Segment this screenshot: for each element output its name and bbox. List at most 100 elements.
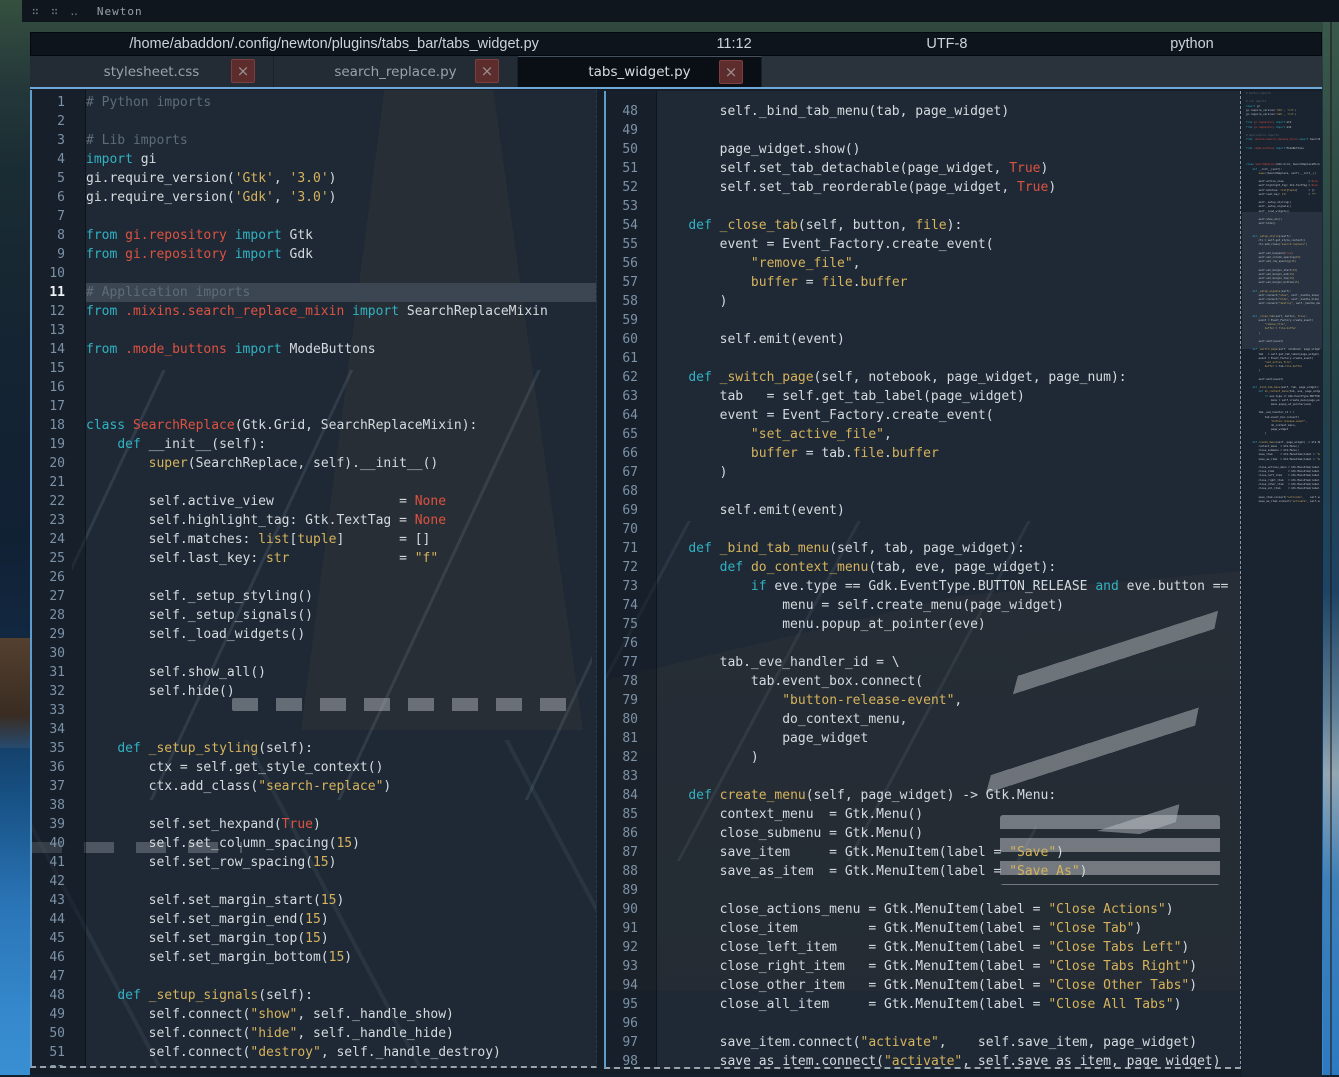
code-line[interactable]: buffer = tab.file.buffer: [657, 444, 1240, 463]
minimap[interactable]: # Python imports # Lib imports import gi…: [1242, 91, 1322, 1077]
code-line[interactable]: self.set_hexpand(True): [86, 815, 596, 834]
code-line[interactable]: tab = self.get_tab_label(page_widget): [657, 387, 1240, 406]
code-line[interactable]: self.show_all(): [86, 663, 596, 682]
code-line[interactable]: [657, 767, 1240, 786]
code-line[interactable]: if eve.type == Gdk.EventType.BUTTON_RELE…: [657, 577, 1240, 596]
tab-search_replace.py[interactable]: search_replace.py×: [274, 56, 518, 87]
code-line[interactable]: from .mixins.search_replace_mixin import…: [86, 302, 596, 321]
code-line[interactable]: super(SearchReplace, self).__init__(): [86, 454, 596, 473]
code-line[interactable]: [86, 1062, 596, 1068]
tab-close-button[interactable]: ×: [719, 60, 743, 84]
code-line[interactable]: def _bind_tab_menu(self, tab, page_widge…: [657, 539, 1240, 558]
code-line[interactable]: def _setup_styling(self):: [86, 739, 596, 758]
code-line[interactable]: self.connect("destroy", self._handle_des…: [86, 1043, 596, 1062]
code-line[interactable]: menu.popup_at_pointer(eve): [657, 615, 1240, 634]
code-line[interactable]: gi.require_version('Gtk', '3.0'): [86, 169, 596, 188]
code-line[interactable]: def _setup_signals(self):: [86, 986, 596, 1005]
code-line[interactable]: def __init__(self):: [86, 435, 596, 454]
code-line[interactable]: [86, 359, 596, 378]
tab-stylesheet.css[interactable]: stylesheet.css×: [30, 56, 274, 87]
code-line[interactable]: self.highlight_tag: Gtk.TextTag = None: [86, 511, 596, 530]
code-line[interactable]: [86, 321, 596, 340]
code-line[interactable]: [657, 311, 1240, 330]
code-line[interactable]: self.active_view = None: [86, 492, 596, 511]
code-line[interactable]: tab.event_box.connect(: [657, 672, 1240, 691]
code-line[interactable]: self.connect("hide", self._handle_hide): [86, 1024, 596, 1043]
code-line[interactable]: # Python imports: [86, 93, 596, 112]
code-text-area[interactable]: self._bind_tab_menu(tab, page_widget) pa…: [657, 91, 1240, 1067]
code-line[interactable]: [657, 520, 1240, 539]
code-line[interactable]: "remove_file",: [657, 254, 1240, 273]
code-line[interactable]: ctx.add_class("search-replace"): [86, 777, 596, 796]
code-line[interactable]: # Lib imports: [86, 131, 596, 150]
code-line[interactable]: [86, 967, 596, 986]
code-line[interactable]: self.hide(): [86, 682, 596, 701]
tab-tabs_widget.py[interactable]: tabs_widget.py×: [518, 56, 762, 87]
code-line[interactable]: [657, 482, 1240, 501]
code-line[interactable]: gi.require_version('Gdk', '3.0'): [86, 188, 596, 207]
workspace-indicator-icons[interactable]: ∷ ∷ ‥: [32, 5, 81, 18]
code-line[interactable]: [657, 197, 1240, 216]
code-line[interactable]: buffer = file.buffer: [657, 273, 1240, 292]
code-line[interactable]: self._setup_styling(): [86, 587, 596, 606]
code-line[interactable]: [86, 796, 596, 815]
code-line[interactable]: def create_menu(self, page_widget) -> Gt…: [657, 786, 1240, 805]
code-line[interactable]: [86, 720, 596, 739]
code-line[interactable]: self.set_row_spacing(15): [86, 853, 596, 872]
code-line[interactable]: self.set_margin_start(15): [86, 891, 596, 910]
code-line[interactable]: self.emit(event): [657, 501, 1240, 520]
code-line[interactable]: [86, 568, 596, 587]
code-line[interactable]: menu = self.create_menu(page_widget): [657, 596, 1240, 615]
code-line[interactable]: self._setup_signals(): [86, 606, 596, 625]
code-line[interactable]: event = Event_Factory.create_event(: [657, 406, 1240, 425]
code-line[interactable]: do_context_menu,: [657, 710, 1240, 729]
code-line[interactable]: self.set_tab_detachable(page_widget, Tru…: [657, 159, 1240, 178]
editor-pane-right[interactable]: 4849505152535455565758596061626364656667…: [604, 91, 1241, 1069]
code-line[interactable]: self.connect("show", self._handle_show): [86, 1005, 596, 1024]
code-line[interactable]: "set_active_file",: [657, 425, 1240, 444]
code-line[interactable]: from gi.repository import Gdk: [86, 245, 596, 264]
editor-pane-left[interactable]: 1234567891011121314151617181920212223242…: [30, 90, 597, 1068]
code-line[interactable]: [86, 644, 596, 663]
code-line[interactable]: [86, 207, 596, 226]
tab-close-button[interactable]: ×: [475, 59, 499, 83]
code-line[interactable]: close_actions_menu = Gtk.MenuItem(label …: [657, 900, 1240, 919]
code-line[interactable]: [657, 349, 1240, 368]
code-line[interactable]: close_item = Gtk.MenuItem(label = "Close…: [657, 919, 1240, 938]
code-line[interactable]: self.set_tab_reorderable(page_widget, Tr…: [657, 178, 1240, 197]
code-line[interactable]: [86, 473, 596, 492]
code-line[interactable]: ): [657, 292, 1240, 311]
code-line[interactable]: [657, 634, 1240, 653]
code-line[interactable]: [86, 112, 596, 131]
code-line[interactable]: [86, 701, 596, 720]
minimap-viewport[interactable]: [1242, 212, 1322, 349]
code-line[interactable]: event = Event_Factory.create_event(: [657, 235, 1240, 254]
code-line[interactable]: from .mode_buttons import ModeButtons: [86, 340, 596, 359]
code-line[interactable]: save_item = Gtk.MenuItem(label = "Save"): [657, 843, 1240, 862]
code-line[interactable]: [86, 872, 596, 891]
code-line[interactable]: [86, 378, 596, 397]
code-line[interactable]: self._load_widgets(): [86, 625, 596, 644]
code-line[interactable]: self.set_margin_end(15): [86, 910, 596, 929]
tab-close-button[interactable]: ×: [231, 59, 255, 83]
code-line[interactable]: self.set_margin_top(15): [86, 929, 596, 948]
code-line[interactable]: page_widget.show(): [657, 140, 1240, 159]
code-line[interactable]: from gi.repository import Gtk: [86, 226, 596, 245]
code-line[interactable]: close_submenu = Gtk.Menu(): [657, 824, 1240, 843]
code-line[interactable]: [86, 264, 596, 283]
code-line[interactable]: # Application imports: [86, 283, 596, 302]
code-line[interactable]: def _switch_page(self, notebook, page_wi…: [657, 368, 1240, 387]
code-line[interactable]: class SearchReplace(Gtk.Grid, SearchRepl…: [86, 416, 596, 435]
code-line[interactable]: [657, 881, 1240, 900]
code-line[interactable]: [657, 1014, 1240, 1033]
code-line[interactable]: [657, 121, 1240, 140]
code-line[interactable]: save_item.connect("activate", self.save_…: [657, 1033, 1240, 1052]
code-line[interactable]: self.last_key: str = "f": [86, 549, 596, 568]
code-line[interactable]: context_menu = Gtk.Menu(): [657, 805, 1240, 824]
code-line[interactable]: ): [657, 463, 1240, 482]
code-line[interactable]: self.set_column_spacing(15): [86, 834, 596, 853]
code-line[interactable]: save_as_item = Gtk.MenuItem(label = "Sav…: [657, 862, 1240, 881]
code-line[interactable]: self.matches: list[tuple] = []: [86, 530, 596, 549]
code-line[interactable]: self._bind_tab_menu(tab, page_widget): [657, 102, 1240, 121]
code-line[interactable]: ctx = self.get_style_context(): [86, 758, 596, 777]
